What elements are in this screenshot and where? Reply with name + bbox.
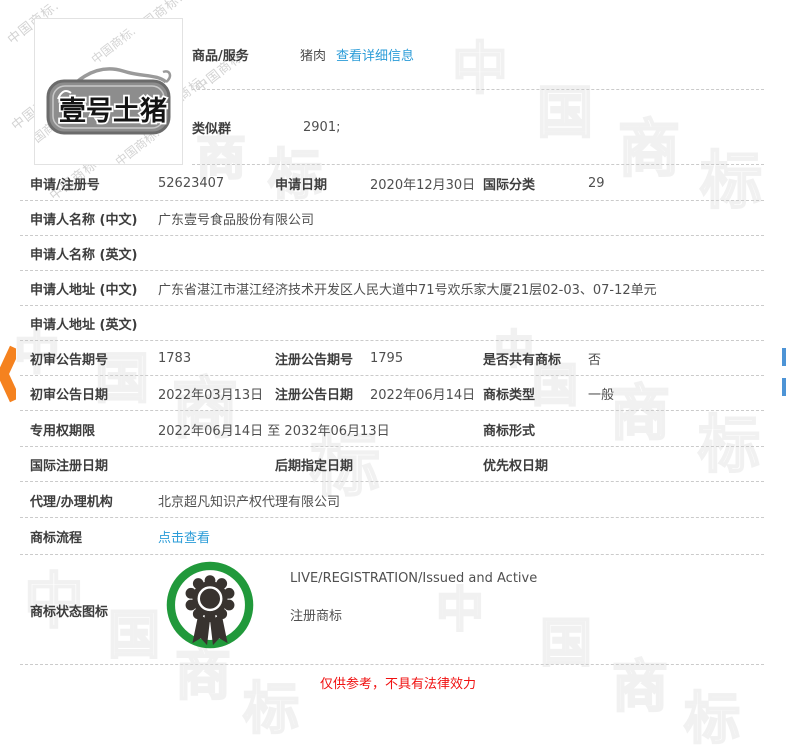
row-agency: 代理/办理机构 北京超凡知识产权代理有限公司	[0, 482, 786, 518]
tm-form-label: 商标形式	[483, 423, 536, 439]
trademark-image[interactable]: 中国商标. 中国商标. 中国商标. 壹号土猪	[20, 18, 183, 169]
later-designation-date-label: 后期指定日期	[275, 459, 354, 474]
applicant-name-en-value	[158, 236, 756, 271]
collapse-chevron-icon[interactable]	[0, 345, 16, 403]
reg-no-label: 申请/注册号	[30, 177, 100, 193]
intl-class-label: 国际分类	[483, 177, 536, 193]
row-applicant-name-cn: 申请人名称 (中文) 广东壹号食品股份有限公司	[0, 201, 786, 236]
applicant-name-en-label: 申请人名称 (英文)	[30, 248, 138, 263]
row-reg-no: 申请/注册号 52623407 申请日期 2020年12月30日 国际分类 29	[0, 165, 786, 201]
row-status: 商标状态图标 LIVE/REGISTRATION/Issued and Acti…	[0, 555, 786, 665]
right-period-value: 2022年06月14日 至 2032年06月13日	[158, 423, 390, 439]
goods-value: 猪肉	[300, 48, 327, 64]
shared-trademark-label: 是否共有商标	[483, 353, 562, 368]
intl-reg-date-label: 国际注册日期	[30, 459, 109, 474]
logo-watermark-text: 中国商标.	[88, 23, 138, 67]
applicant-addr-cn-label: 申请人地址 (中文)	[30, 283, 138, 298]
tm-type-label: 商标类型	[483, 388, 536, 403]
shared-trademark-value: 否	[588, 353, 602, 368]
applicant-addr-en-label: 申请人地址 (英文)	[30, 318, 138, 333]
watermark-glyph: 标	[242, 677, 300, 742]
reg-pub-no-value: 1795	[370, 351, 404, 366]
tm-type-value: 一般	[588, 388, 615, 403]
row-applicant-addr-en: 申请人地址 (英文)	[0, 306, 786, 341]
reg-no-value: 52623407	[158, 175, 225, 191]
row-applicant-addr-cn: 申请人地址 (中文) 广东省湛江市湛江经济技术开发区人民大道中71号欢乐家大厦2…	[0, 271, 786, 306]
disclaimer-text: 仅供参考，不具有法律效力	[320, 677, 477, 692]
status-text-en: LIVE/REGISTRATION/Issued and Active	[290, 571, 538, 586]
applicant-addr-en-value	[158, 306, 756, 341]
status-text-cn: 注册商标	[290, 609, 343, 624]
agency-value: 北京超凡知识产权代理有限公司	[158, 494, 341, 510]
side-widget-bar[interactable]	[782, 348, 786, 366]
first-pub-no-value: 1783	[158, 351, 192, 366]
applicant-name-cn-value: 广东壹号食品股份有限公司	[158, 213, 315, 228]
registered-status-icon	[166, 561, 254, 649]
first-pub-no-label: 初审公告期号	[30, 353, 109, 368]
reg-pub-date-label: 注册公告日期	[275, 388, 354, 403]
row-right-period: 专用权期限 2022年06月14日 至 2032年06月13日 商标形式	[0, 411, 786, 447]
apply-date-label: 申请日期	[275, 177, 328, 193]
row-pub-dates: 初审公告日期 2022年03月13日 注册公告日期 2022年06月14日 商标…	[0, 376, 786, 411]
watermark-glyph: 商	[611, 655, 669, 720]
trademark-logo-graphic: 中国商标. 中国商标. 中国商标. 壹号土猪	[20, 23, 172, 169]
similar-group-label: 类似群	[192, 122, 232, 137]
process-label: 商标流程	[30, 531, 83, 546]
row-pub-numbers: 初审公告期号 1783 注册公告期号 1795 是否共有商标 否	[0, 341, 786, 376]
logo-text: 壹号土猪	[59, 96, 167, 127]
intl-class-value: 29	[588, 175, 605, 191]
row-applicant-name-en: 申请人名称 (英文)	[0, 236, 786, 271]
process-view-link[interactable]: 点击查看	[158, 518, 210, 555]
watermark-glyph: 标	[683, 687, 741, 752]
row-intl-dates: 国际注册日期 后期指定日期 优先权日期	[0, 447, 786, 482]
reg-pub-date-value: 2022年06月14日	[370, 388, 476, 403]
apply-date-value: 2020年12月30日	[370, 177, 476, 193]
first-pub-date-label: 初审公告日期	[30, 388, 109, 403]
right-period-label: 专用权期限	[30, 423, 96, 439]
reg-pub-no-label: 注册公告期号	[275, 353, 354, 368]
goods-detail-link[interactable]: 查看详细信息	[336, 18, 414, 90]
applicant-name-cn-label: 申请人名称 (中文)	[30, 213, 138, 228]
similar-group-value: 2901;	[303, 120, 341, 135]
row-process: 商标流程 点击查看	[0, 518, 786, 555]
side-widget-bar[interactable]	[782, 378, 786, 396]
first-pub-date-value: 2022年03月13日	[158, 388, 264, 403]
goods-label: 商品/服务	[192, 48, 249, 64]
priority-date-label: 优先权日期	[483, 459, 549, 474]
agency-label: 代理/办理机构	[30, 494, 113, 510]
status-label: 商标状态图标	[30, 604, 109, 620]
applicant-addr-cn-value: 广东省湛江市湛江经济技术开发区人民大道中71号欢乐家大厦21层02-03、07-…	[158, 283, 657, 298]
